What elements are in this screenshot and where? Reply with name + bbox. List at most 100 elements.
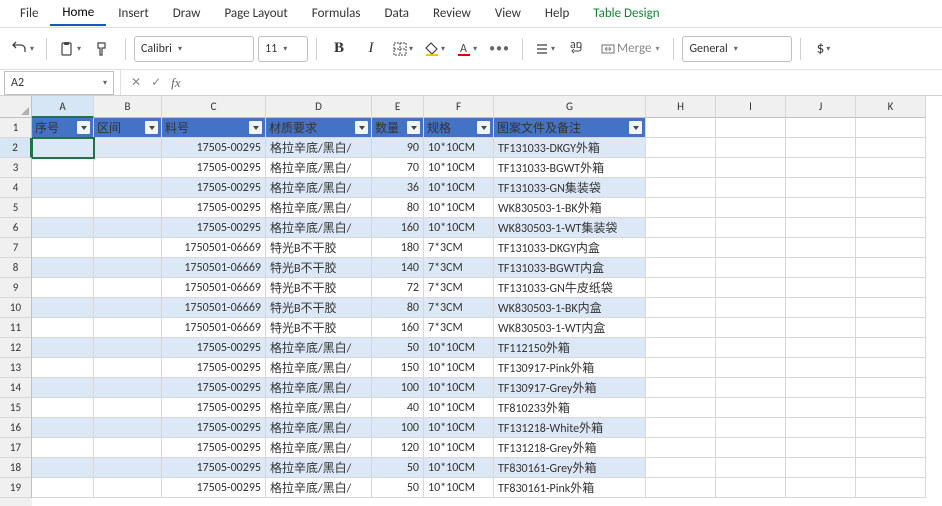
cell-r8-cK[interactable]	[856, 258, 926, 278]
table-header-2[interactable]: 料号	[162, 118, 266, 138]
cell-r3-cC[interactable]: 17505-00295	[162, 158, 266, 178]
cell-r9-cH[interactable]	[646, 278, 716, 298]
cell-r17-cH[interactable]	[646, 438, 716, 458]
col-header-H[interactable]: H	[646, 96, 716, 118]
menu-data[interactable]: Data	[373, 2, 422, 25]
cell-r5-cG[interactable]: WK830503-1-BK外箱	[494, 198, 646, 218]
cell-r5-cE[interactable]: 80	[372, 198, 424, 218]
cell-r5-cD[interactable]: 格拉辛底/黑白/	[266, 198, 372, 218]
cell-r16-cH[interactable]	[646, 418, 716, 438]
cell-r7-cK[interactable]	[856, 238, 926, 258]
cell-empty[interactable]	[856, 118, 926, 138]
cell-r3-cE[interactable]: 70	[372, 158, 424, 178]
cell-r16-cG[interactable]: TF131218-White外箱	[494, 418, 646, 438]
row-header-2[interactable]: 2	[0, 138, 32, 158]
cell-r13-cH[interactable]	[646, 358, 716, 378]
cell-r19-cH[interactable]	[646, 478, 716, 498]
row-header-13[interactable]: 13	[0, 358, 32, 378]
cell-r10-cD[interactable]: 特光B不干胶	[266, 298, 372, 318]
cell-r9-cG[interactable]: TF131033-GN牛皮纸袋	[494, 278, 646, 298]
cell-r12-cB[interactable]	[94, 338, 162, 358]
cell-r15-cE[interactable]: 40	[372, 398, 424, 418]
table-header-3[interactable]: 材质要求	[266, 118, 372, 138]
cell-r3-cG[interactable]: TF131033-BGWT外箱	[494, 158, 646, 178]
cell-r16-cI[interactable]	[716, 418, 786, 438]
row-header-17[interactable]: 17	[0, 438, 32, 458]
cell-r11-cE[interactable]: 160	[372, 318, 424, 338]
cell-r10-cH[interactable]	[646, 298, 716, 318]
cell-r8-cC[interactable]: 1750501-06669	[162, 258, 266, 278]
cell-r19-cK[interactable]	[856, 478, 926, 498]
menu-file[interactable]: File	[8, 2, 50, 25]
row-header-6[interactable]: 6	[0, 218, 32, 238]
cell-r5-cI[interactable]	[716, 198, 786, 218]
cell-r16-cA[interactable]	[32, 418, 94, 438]
cell-r14-cA[interactable]	[32, 378, 94, 398]
cell-r10-cG[interactable]: WK830503-1-BK内盒	[494, 298, 646, 318]
cell-r3-cH[interactable]	[646, 158, 716, 178]
cell-r7-cA[interactable]	[32, 238, 94, 258]
cell-r8-cG[interactable]: TF131033-BGWT内盒	[494, 258, 646, 278]
cell-r6-cJ[interactable]	[786, 218, 856, 238]
cell-r2-cK[interactable]	[856, 138, 926, 158]
select-all-corner[interactable]	[0, 96, 32, 118]
cell-r18-cJ[interactable]	[786, 458, 856, 478]
cell-r4-cE[interactable]: 36	[372, 178, 424, 198]
cell-r15-cH[interactable]	[646, 398, 716, 418]
cell-r19-cD[interactable]: 格拉辛底/黑白/	[266, 478, 372, 498]
cell-r17-cD[interactable]: 格拉辛底/黑白/	[266, 438, 372, 458]
cell-r5-cA[interactable]	[32, 198, 94, 218]
cell-r3-cJ[interactable]	[786, 158, 856, 178]
cell-r13-cB[interactable]	[94, 358, 162, 378]
cell-r14-cB[interactable]	[94, 378, 162, 398]
cell-r8-cJ[interactable]	[786, 258, 856, 278]
cell-r15-cA[interactable]	[32, 398, 94, 418]
col-header-C[interactable]: C	[162, 96, 266, 118]
table-header-0[interactable]: 序号	[32, 118, 94, 138]
cell-r13-cE[interactable]: 150	[372, 358, 424, 378]
cell-r9-cE[interactable]: 72	[372, 278, 424, 298]
cell-r9-cK[interactable]	[856, 278, 926, 298]
cell-r7-cD[interactable]: 特光B不干胶	[266, 238, 372, 258]
cell-r12-cJ[interactable]	[786, 338, 856, 358]
cell-r5-cH[interactable]	[646, 198, 716, 218]
cell-r9-cC[interactable]: 1750501-06669	[162, 278, 266, 298]
cell-r2-cJ[interactable]	[786, 138, 856, 158]
bold-button[interactable]: B	[325, 35, 353, 63]
cell-r15-cI[interactable]	[716, 398, 786, 418]
cell-r10-cE[interactable]: 80	[372, 298, 424, 318]
cell-r12-cG[interactable]: TF112150外箱	[494, 338, 646, 358]
col-header-B[interactable]: B	[94, 96, 162, 118]
cell-r12-cD[interactable]: 格拉辛底/黑白/	[266, 338, 372, 358]
cell-r8-cD[interactable]: 特光B不干胶	[266, 258, 372, 278]
cell-r8-cA[interactable]	[32, 258, 94, 278]
menu-home[interactable]: Home	[50, 1, 106, 26]
enter-formula-icon[interactable]: ✓	[151, 75, 161, 90]
cell-r18-cB[interactable]	[94, 458, 162, 478]
cell-r13-cG[interactable]: TF130917-Pink外箱	[494, 358, 646, 378]
cell-empty[interactable]	[786, 118, 856, 138]
cell-r8-cE[interactable]: 140	[372, 258, 424, 278]
cell-r15-cB[interactable]	[94, 398, 162, 418]
cell-r9-cD[interactable]: 特光B不干胶	[266, 278, 372, 298]
cell-r7-cE[interactable]: 180	[372, 238, 424, 258]
cell-r6-cC[interactable]: 17505-00295	[162, 218, 266, 238]
menu-insert[interactable]: Insert	[106, 2, 161, 25]
filter-dropdown-icon[interactable]	[355, 121, 368, 134]
cell-r7-cH[interactable]	[646, 238, 716, 258]
cell-r9-cF[interactable]: 7*3CM	[424, 278, 494, 298]
cell-r17-cG[interactable]: TF131218-Grey外箱	[494, 438, 646, 458]
cell-r3-cF[interactable]: 10*10CM	[424, 158, 494, 178]
table-header-5[interactable]: 规格	[424, 118, 494, 138]
row-header-15[interactable]: 15	[0, 398, 32, 418]
fill-color-button[interactable]: ▾	[421, 35, 449, 63]
cell-r17-cF[interactable]: 10*10CM	[424, 438, 494, 458]
cell-r4-cJ[interactable]	[786, 178, 856, 198]
cell-r14-cF[interactable]: 10*10CM	[424, 378, 494, 398]
cell-r12-cI[interactable]	[716, 338, 786, 358]
cell-r17-cI[interactable]	[716, 438, 786, 458]
menu-table-design[interactable]: Table Design	[581, 2, 671, 25]
col-header-E[interactable]: E	[372, 96, 424, 118]
cell-r2-cF[interactable]: 10*10CM	[424, 138, 494, 158]
cell-r14-cE[interactable]: 100	[372, 378, 424, 398]
